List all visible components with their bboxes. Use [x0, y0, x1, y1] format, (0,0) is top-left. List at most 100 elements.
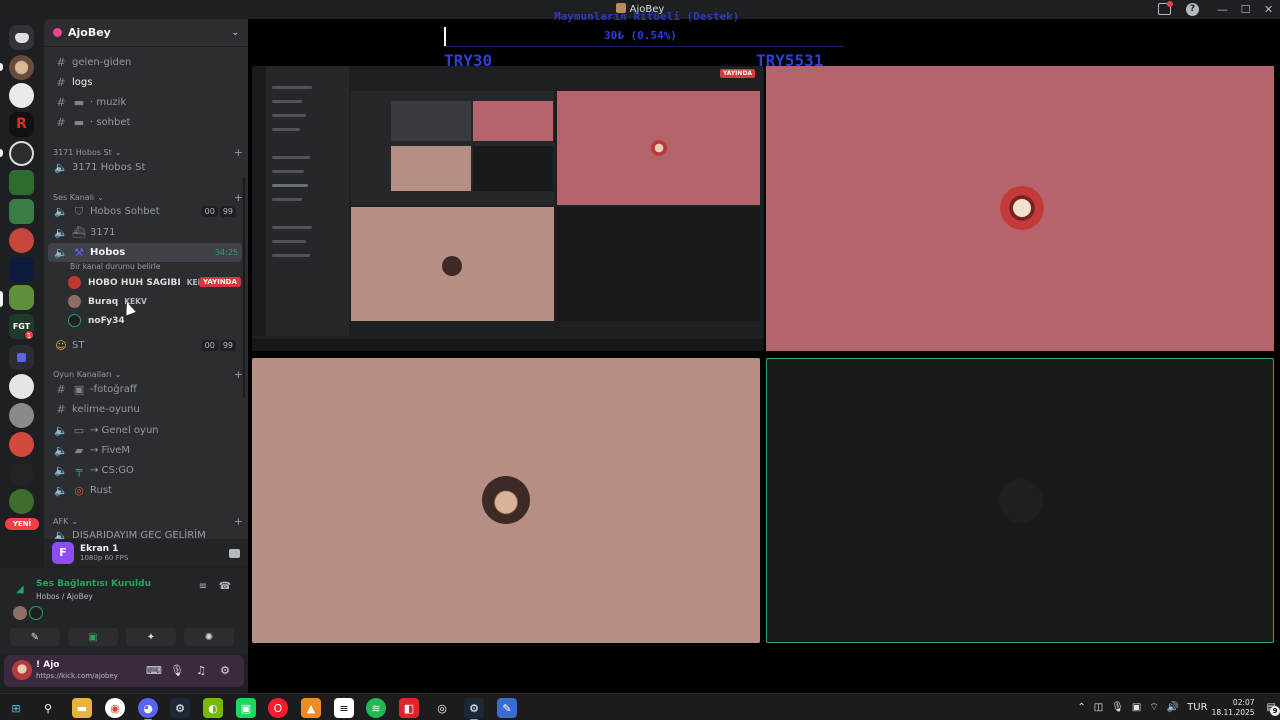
app-button[interactable]: ▣ — [236, 698, 256, 718]
soundboard-icon: ✺ — [204, 631, 214, 643]
guild-header[interactable]: AjoBey ⌄ — [44, 19, 248, 47]
channel-csgo[interactable]: 🔈 ╤ → CS:GO — [48, 461, 242, 480]
voice-user[interactable]: Buraq KEKV — [68, 293, 147, 310]
soundboard-button[interactable]: ✺ — [184, 628, 234, 646]
server-avatar[interactable] — [9, 228, 34, 253]
channel-hobos-sohbet[interactable]: 🔈 ⛉ Hobos Sohbet 00 99 — [48, 202, 242, 221]
channel-fotograff[interactable]: # ▣ -fotoğraff — [48, 380, 242, 399]
voice-channel-path[interactable]: Hobos / AjoBey — [36, 592, 93, 601]
channel-kelime-oyunu[interactable]: # kelime-oyunu — [48, 400, 242, 419]
folder-icon: ▬ — [76, 701, 88, 715]
sidebar-scrollbar[interactable] — [243, 177, 245, 397]
close-icon[interactable]: ✕ — [1257, 0, 1280, 19]
channel-status[interactable]: Bir kanal durumu belirle — [70, 262, 160, 271]
start-button[interactable]: ⊞ — [6, 698, 26, 718]
voice-user[interactable]: noFy34 — [68, 312, 125, 329]
user-avatar[interactable] — [12, 660, 32, 680]
keyboard-language[interactable]: TUR — [1187, 702, 1207, 713]
discord-taskbar-button[interactable]: ◕ — [138, 698, 158, 720]
folder-button[interactable] — [9, 345, 34, 370]
channel-fivem[interactable]: 🔈 ▰ → FiveM — [48, 441, 242, 460]
minimize-icon[interactable]: — — [1211, 0, 1234, 19]
gear-icon[interactable]: ⚙ — [218, 664, 232, 678]
nested-line — [272, 114, 306, 117]
help-icon[interactable]: ? — [1186, 3, 1199, 16]
steam-button[interactable]: ⚙ — [464, 698, 484, 720]
server-avatar[interactable] — [9, 141, 34, 166]
server-avatar[interactable] — [9, 55, 34, 80]
tray-app-icon[interactable]: ◫ — [1094, 702, 1103, 713]
channel-rust[interactable]: 🔈 ◎ Rust — [48, 481, 242, 500]
search-button[interactable]: ⚲ — [38, 698, 58, 718]
channel-hobos-st-voice[interactable]: 🔈 3171 Hobos St — [48, 158, 242, 177]
opera-button[interactable]: O — [268, 698, 288, 718]
voice-status[interactable]: Ses Bağlantısı Kuruldu — [36, 579, 151, 589]
steam-button[interactable]: ⚙ — [170, 698, 190, 718]
channel-muzik[interactable]: # ▬ · muzik — [48, 93, 242, 112]
spotify-button[interactable]: ≋ — [366, 698, 386, 718]
channel-logs[interactable]: # logs — [48, 73, 242, 92]
avatar[interactable] — [13, 606, 27, 620]
system-tray: ⌃ ◫ 🎙 ▣ ⌔ 🔊 TUR 02:07 18.11.2025 ▤9 — [1073, 694, 1280, 720]
server-avatar[interactable] — [9, 83, 34, 108]
speaker-icon: 🔈 — [54, 529, 68, 539]
server-avatar[interactable] — [9, 257, 34, 282]
microphone-icon[interactable]: 🎙 — [1111, 702, 1124, 713]
app-icon: ◎ — [437, 701, 447, 715]
maximize-icon[interactable]: ☐ — [1234, 0, 1257, 19]
tray-app-icon[interactable]: ▣ — [1132, 702, 1141, 713]
gamepad-icon[interactable]: ⌨ — [146, 664, 162, 678]
server-avatar[interactable] — [9, 374, 34, 399]
app-button[interactable]: ✎ — [497, 698, 517, 718]
chevron-up-icon[interactable]: ⌃ — [1077, 702, 1085, 713]
stop-stream-icon[interactable] — [229, 548, 240, 558]
server-avatar[interactable] — [9, 170, 34, 195]
user-panel: ! Ajo https://kick.com/ajobey ⌨ 🎙 ♫ ⚙ — [4, 655, 244, 687]
activities-button[interactable]: ✦ — [126, 628, 176, 646]
server-avatar[interactable] — [9, 461, 34, 486]
channel-st[interactable]: ☺ ST 00 99 — [48, 336, 242, 355]
app-button[interactable]: ≡ — [334, 698, 354, 718]
screen-share-tile[interactable]: YAYINDA — [252, 66, 764, 351]
app-button[interactable]: ◧ — [399, 698, 419, 718]
chrome-icon: ◉ — [110, 701, 120, 715]
home-button[interactable] — [9, 25, 34, 50]
headphones-icon[interactable]: ♫ — [194, 664, 208, 678]
app-button[interactable]: ◎ — [432, 698, 452, 718]
clock[interactable]: 02:07 18.11.2025 — [1212, 698, 1255, 718]
inbox-icon[interactable] — [1158, 1, 1173, 15]
channel-sohbet[interactable]: # ▬ · sohbet — [48, 113, 242, 132]
channel-gelen-giden[interactable]: # gelen-giden — [48, 53, 242, 72]
channel-disaridayim[interactable]: 🔈 DIŞARIDAYIM GEÇ GELİRİM — [48, 526, 242, 539]
screen-share-button[interactable]: ▣ — [68, 628, 118, 646]
file-explorer-button[interactable]: ▬ — [72, 698, 92, 718]
participant-tile-hobo[interactable] — [766, 66, 1274, 351]
server-avatar[interactable] — [9, 403, 34, 428]
server-avatar-selected[interactable] — [9, 285, 34, 310]
voice-user[interactable]: HOBO HUH SAGIBIKEKV — [68, 274, 209, 291]
app-button[interactable]: ▲ — [301, 698, 321, 718]
disconnect-icon[interactable]: ☎ — [218, 581, 232, 595]
user-name[interactable]: ! Ajo — [36, 660, 59, 670]
camera-off-button[interactable]: ✎ — [10, 628, 60, 646]
server-avatar[interactable] — [9, 199, 34, 224]
microphone-icon[interactable]: 🎙 — [170, 664, 184, 678]
nested-tile — [391, 146, 471, 191]
nvidia-button[interactable]: ◐ — [203, 698, 223, 718]
server-avatar[interactable] — [9, 432, 34, 457]
avatar[interactable] — [29, 606, 43, 620]
notification-icon[interactable]: ▤9 — [1267, 702, 1280, 716]
participant-tile-nofy34[interactable] — [766, 358, 1274, 643]
chrome-button[interactable]: ◉ — [105, 698, 125, 718]
chevron-down-icon: ⌄ — [114, 370, 122, 379]
channel-3171[interactable]: 🔈 ⛴ 3171 — [48, 223, 242, 242]
participant-tile-buraq[interactable] — [252, 358, 760, 643]
server-avatar[interactable] — [9, 489, 34, 514]
channel-hobos[interactable]: 🔈 ⚒ Hobos 34:25 — [48, 243, 242, 262]
server-avatar[interactable]: R — [9, 112, 34, 137]
channel-genel-oyun[interactable]: 🔈 ▭ → Genel oyun — [48, 421, 242, 440]
screen-share-panel: F Ekran 1 1080p 60 FPS — [44, 539, 248, 567]
volume-icon[interactable]: 🔊 — [1167, 702, 1179, 713]
noise-suppression-icon[interactable]: ≡ — [196, 581, 210, 595]
network-icon[interactable]: ⌔ — [1149, 701, 1158, 714]
